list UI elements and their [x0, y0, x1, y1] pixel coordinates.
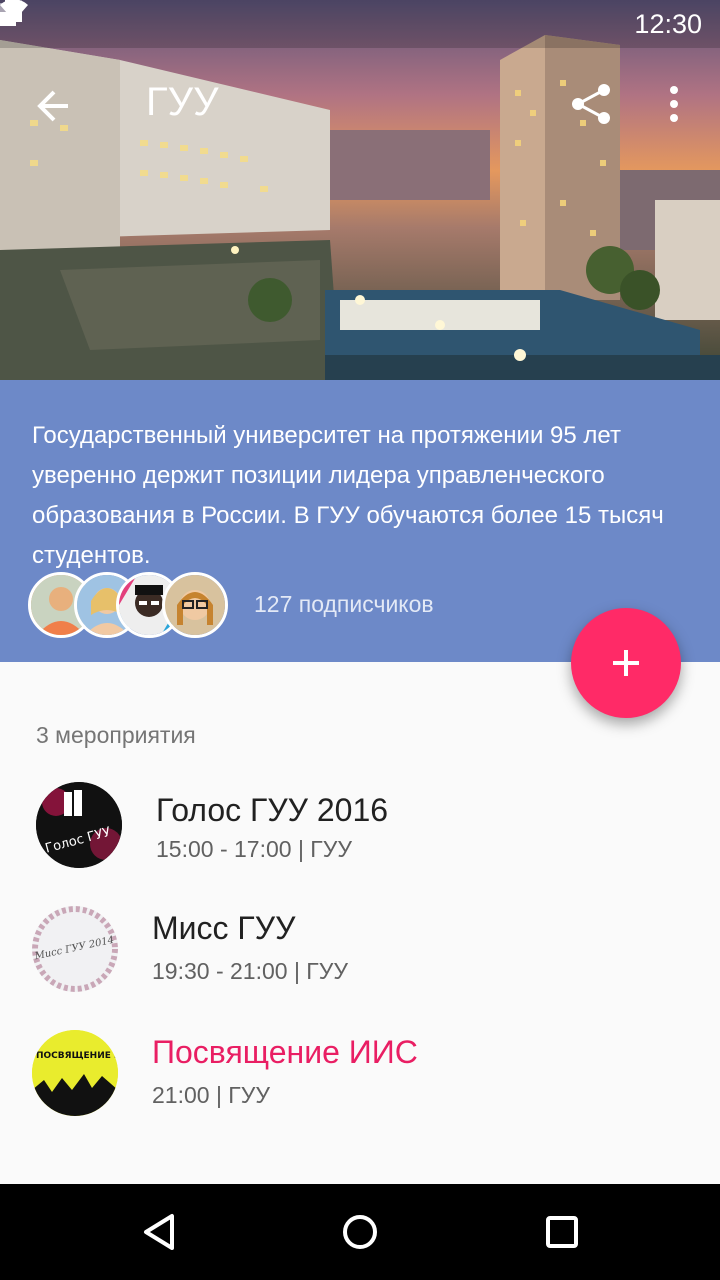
event-title: Голос ГУУ 2016: [156, 792, 389, 828]
list-item[interactable]: Голос ГУУ Голос ГУУ 2016 15:00 - 17:00 |…: [0, 780, 720, 890]
back-triangle-icon[interactable]: [132, 1204, 188, 1260]
events-count: 3 мероприятия: [36, 722, 196, 748]
event-meta: 21:00 | ГУУ: [152, 1082, 270, 1108]
event-thumbnail: Голос ГУУ: [36, 782, 122, 868]
event-meta: 19:30 - 21:00 | ГУУ: [152, 958, 348, 984]
event-thumbnail: ПОСВЯЩЕНИЕ ИИС: [32, 1030, 118, 1116]
subscribers-count[interactable]: 127 подписчиков: [254, 591, 434, 618]
list-item[interactable]: ПОСВЯЩЕНИЕ ИИС Посвящение ИИС 21:00 | ГУ…: [0, 1028, 720, 1138]
add-button[interactable]: [571, 608, 681, 718]
share-icon[interactable]: [570, 82, 614, 126]
event-thumbnail: Мисс ГУУ 2014: [32, 906, 118, 992]
recents-square-icon[interactable]: [534, 1204, 590, 1260]
arrow-back-icon[interactable]: [32, 86, 80, 126]
navigation-bar: [0, 1184, 720, 1280]
toolbar: ГУУ: [0, 58, 720, 154]
event-meta: 15:00 - 17:00 | ГУУ: [156, 836, 352, 862]
description: Государственный университет на протяжени…: [32, 422, 664, 569]
home-circle-icon[interactable]: [332, 1204, 388, 1260]
clock: 12:30: [634, 8, 702, 39]
avatar: [162, 572, 228, 638]
list-item[interactable]: Мисс ГУУ 2014 Мисс ГУУ 19:30 - 21:00 | Г…: [0, 904, 720, 1014]
page-title: ГУУ: [146, 80, 219, 124]
more-vert-icon[interactable]: [662, 82, 686, 126]
thumbnail-text: ПОСВЯЩЕНИЕ ИИС: [36, 1051, 118, 1061]
status-bar: 12:30: [0, 0, 720, 48]
event-title: Мисс ГУУ: [152, 910, 296, 946]
campus-photo: [0, 0, 720, 380]
plus-icon: [613, 650, 639, 676]
header-image: 12:30 ГУУ: [0, 0, 720, 380]
event-title: Посвящение ИИС: [152, 1034, 418, 1070]
